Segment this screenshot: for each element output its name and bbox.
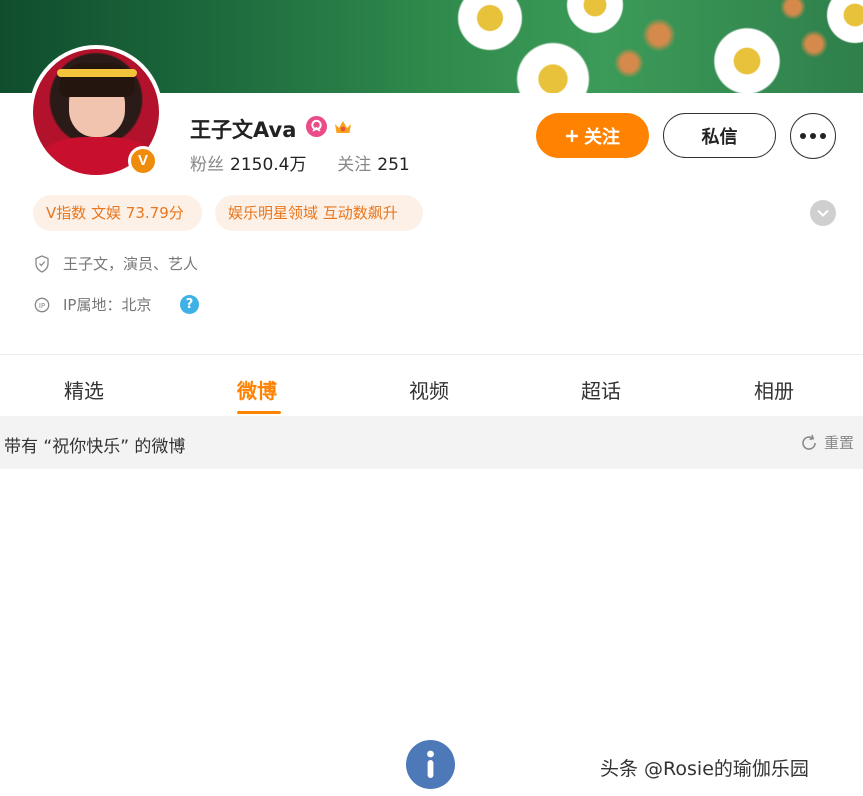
watermark: 头条 @Rosie的瑜伽乐园 [600, 758, 809, 780]
svip-icon[interactable] [306, 116, 327, 137]
follow-label: 关注 [584, 126, 620, 147]
following-label: 关注 [337, 155, 372, 175]
plus-icon [566, 129, 578, 142]
reset-label: 重置 [824, 434, 855, 452]
domain-tag[interactable]: 娱乐明星领域 互动数飙升 [215, 195, 423, 231]
more-button[interactable] [790, 113, 836, 159]
active-tab-indicator [237, 411, 281, 414]
message-label: 私信 [701, 126, 738, 147]
reset-button[interactable]: 重置 [799, 432, 854, 453]
profile-tabs: 精选 微博 视频 超话 相册 [0, 355, 863, 416]
crown-icon[interactable] [332, 116, 354, 138]
follow-button[interactable]: 关注 [536, 113, 649, 158]
tab-featured[interactable]: 精选 [64, 375, 104, 404]
tab-supertopic[interactable]: 超话 [581, 375, 621, 404]
svg-text:IP: IP [39, 301, 45, 309]
tab-video[interactable]: 视频 [409, 375, 449, 404]
refresh-icon [802, 434, 816, 450]
help-icon[interactable]: ? [180, 295, 199, 314]
info-button[interactable] [406, 740, 455, 789]
chevron-down-icon [817, 209, 829, 217]
ip-location-row: IP IP属地：北京 [34, 294, 151, 315]
expand-button[interactable] [810, 200, 836, 226]
verified-icon: V [128, 146, 158, 176]
info-icon [427, 750, 434, 778]
description-row: 王子文，演员、艺人 [34, 253, 198, 274]
profile-name: 王子文Ava [190, 118, 297, 142]
following-count[interactable]: 251 [377, 155, 409, 175]
ip-location-text: IP属地：北京 [63, 296, 152, 314]
shield-icon [35, 254, 49, 273]
message-button[interactable]: 私信 [663, 113, 776, 158]
search-filter-bar: 带有 “祝你快乐” 的微博 重置 [0, 416, 863, 469]
tab-weibo[interactable]: 微博 [237, 375, 277, 404]
ip-icon: IP [34, 297, 50, 312]
fans-label: 粉丝 [190, 155, 224, 175]
fans-count[interactable]: 2150.4万 [230, 155, 306, 175]
description-text: 王子文，演员、艺人 [63, 255, 199, 273]
tab-album[interactable]: 相册 [754, 375, 794, 404]
filter-text: 带有 “祝你快乐” 的微博 [4, 437, 186, 457]
profile-stats: 粉丝 2150.4万 关注 251 [190, 150, 410, 175]
v-index-tag[interactable]: V指数 文娱 73.79分 [33, 195, 202, 231]
